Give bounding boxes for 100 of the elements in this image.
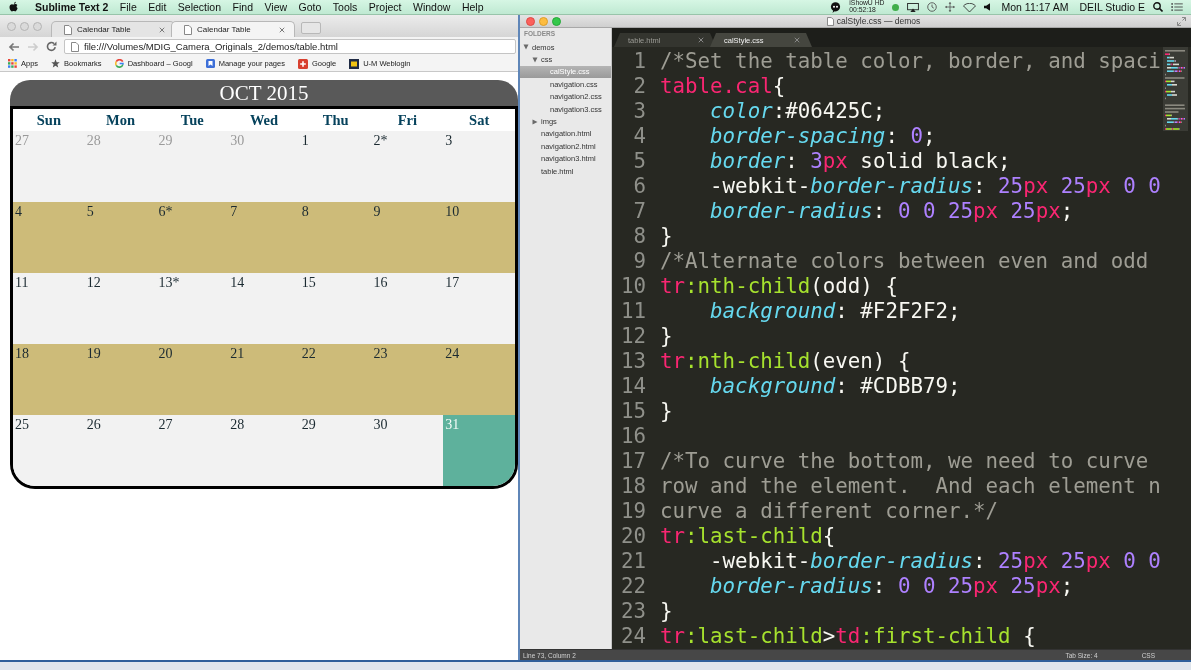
code-line: border-spacing: 0; xyxy=(709,124,936,149)
disclosure-triangle-icon[interactable] xyxy=(523,44,529,51)
day-cell: 13* xyxy=(156,273,229,344)
code-line: /*Alternate colors between even and odd xyxy=(660,249,1149,274)
day-cell: 22 xyxy=(299,344,372,415)
speaker-icon[interactable] xyxy=(984,3,991,11)
line-number: 18 xyxy=(619,474,646,499)
line-number: 22 xyxy=(619,574,646,599)
line-number: 17 xyxy=(619,449,646,474)
line-number: 14 xyxy=(619,374,646,399)
star-icon xyxy=(51,59,61,68)
code-line: curve a different corner.*/ xyxy=(660,499,999,524)
document-icon xyxy=(826,16,834,26)
line-number: 13 xyxy=(619,349,646,374)
menu-item[interactable]: Goto xyxy=(298,1,322,13)
disclosure-triangle-icon[interactable] xyxy=(532,56,538,63)
search-icon[interactable] xyxy=(1153,2,1163,12)
close-icon[interactable] xyxy=(794,37,800,43)
day-cell: 2* xyxy=(371,131,444,202)
menu-item[interactable]: Find xyxy=(232,1,253,13)
day-cell: 9 xyxy=(371,202,444,273)
weekday-label: Wed xyxy=(249,111,279,129)
day-cell: 25 xyxy=(13,415,85,486)
code-line: border-radius: 0 0 25px 25px; xyxy=(709,199,1074,224)
line-number: 4 xyxy=(632,124,646,149)
menu-item[interactable]: View xyxy=(264,1,288,13)
close-icon[interactable] xyxy=(279,26,285,33)
menu-item[interactable]: Tools xyxy=(332,1,358,13)
code-line: -webkit-border-radius: 25px 25px 0 0 xyxy=(709,174,1161,199)
code-line: /*To curve the bottom, we need to curve xyxy=(660,449,1149,474)
day-cell: 28 xyxy=(228,415,300,486)
close-button[interactable] xyxy=(526,16,535,26)
user-name[interactable]: DEIL Studio E xyxy=(1079,1,1145,13)
logo-icon xyxy=(349,58,360,69)
speech-bubble-icon[interactable] xyxy=(830,1,842,13)
day-cell: 7 xyxy=(228,202,300,273)
back-icon[interactable] xyxy=(8,41,20,52)
weekday-label: Tue xyxy=(180,111,204,129)
day-cell: 19 xyxy=(84,344,157,415)
fullscreen-icon[interactable] xyxy=(1177,16,1186,26)
clock-text[interactable]: Mon 11:17 AM xyxy=(1001,1,1069,13)
screen-share-icon[interactable] xyxy=(907,2,920,12)
day-cell: 3 xyxy=(443,131,515,202)
day-cell: 29 xyxy=(156,131,229,202)
weekday-label: Mon xyxy=(106,111,136,129)
day-cell: 14 xyxy=(228,273,300,344)
day-cell: 24 xyxy=(443,344,515,415)
day-cell: 6* xyxy=(156,202,229,273)
line-number: 8 xyxy=(632,224,646,249)
day-cell: 12 xyxy=(84,273,157,344)
menu-item[interactable]: File xyxy=(119,1,137,13)
app-name-menu[interactable]: Sublime Text 2 xyxy=(35,1,109,13)
zoom-button[interactable] xyxy=(552,16,561,26)
move-arrows-icon[interactable] xyxy=(945,2,956,12)
day-cell: 26 xyxy=(84,415,157,486)
status-dot-icon xyxy=(892,3,900,11)
list-icon[interactable] xyxy=(1171,3,1183,11)
weekday-label: Sat xyxy=(469,111,490,129)
day-cell: 16 xyxy=(371,273,444,344)
menu-item[interactable]: Selection xyxy=(177,1,222,13)
menu-item[interactable]: Project xyxy=(368,1,402,13)
day-cell: 27 xyxy=(13,131,85,202)
code-line: tr:nth-child(odd) { xyxy=(660,274,898,299)
line-number: 23 xyxy=(619,599,646,624)
menu-item[interactable]: Help xyxy=(461,1,484,13)
code-line: /*Set the table color, border, and spaci xyxy=(660,49,1161,74)
page-icon xyxy=(184,24,192,35)
close-icon[interactable] xyxy=(159,26,165,33)
day-cell: 31 xyxy=(443,415,515,486)
day-cell: 28 xyxy=(84,131,157,202)
line-number: 11 xyxy=(619,299,646,324)
month-title: OCT 2015 xyxy=(10,80,518,106)
line-number: 12 xyxy=(619,324,646,349)
day-cell: 4 xyxy=(13,202,85,273)
line-number: 9 xyxy=(632,249,646,274)
code-line: -webkit-border-radius: 25px 25px 0 0 xyxy=(709,549,1161,574)
clock-icon[interactable] xyxy=(927,2,938,12)
code-line: tr:last-child{ xyxy=(660,524,836,549)
close-icon[interactable] xyxy=(698,37,704,43)
code-line: } xyxy=(660,399,673,424)
line-number: 6 xyxy=(632,174,646,199)
code-line: } xyxy=(660,224,673,249)
apple-icon[interactable] xyxy=(9,1,19,13)
code-line: } xyxy=(660,324,673,349)
disclosure-triangle-icon[interactable] xyxy=(532,118,538,125)
address-field[interactable]: file:///Volumes/MDIG_Camera_Originals_2/demos/table.html xyxy=(64,39,516,54)
window-title: calStyle.css — demos xyxy=(836,16,921,26)
day-cell: 20 xyxy=(156,344,229,415)
code-line: background: #CDBB79; xyxy=(709,374,961,399)
line-number: 15 xyxy=(619,399,646,424)
line-number: 7 xyxy=(632,199,646,224)
code-line: tr:last-child>td:first-child { xyxy=(660,624,1036,649)
menu-item[interactable]: Edit xyxy=(148,1,167,13)
code-line: background: #F2F2F2; xyxy=(709,299,961,324)
menu-item[interactable]: Window xyxy=(413,1,451,13)
page-icon xyxy=(71,41,79,52)
browser-tab[interactable]: Calendar Table xyxy=(171,21,295,37)
reload-icon[interactable] xyxy=(46,41,57,52)
wifi-icon[interactable] xyxy=(963,2,977,12)
code-line: table.cal{ xyxy=(660,74,786,99)
